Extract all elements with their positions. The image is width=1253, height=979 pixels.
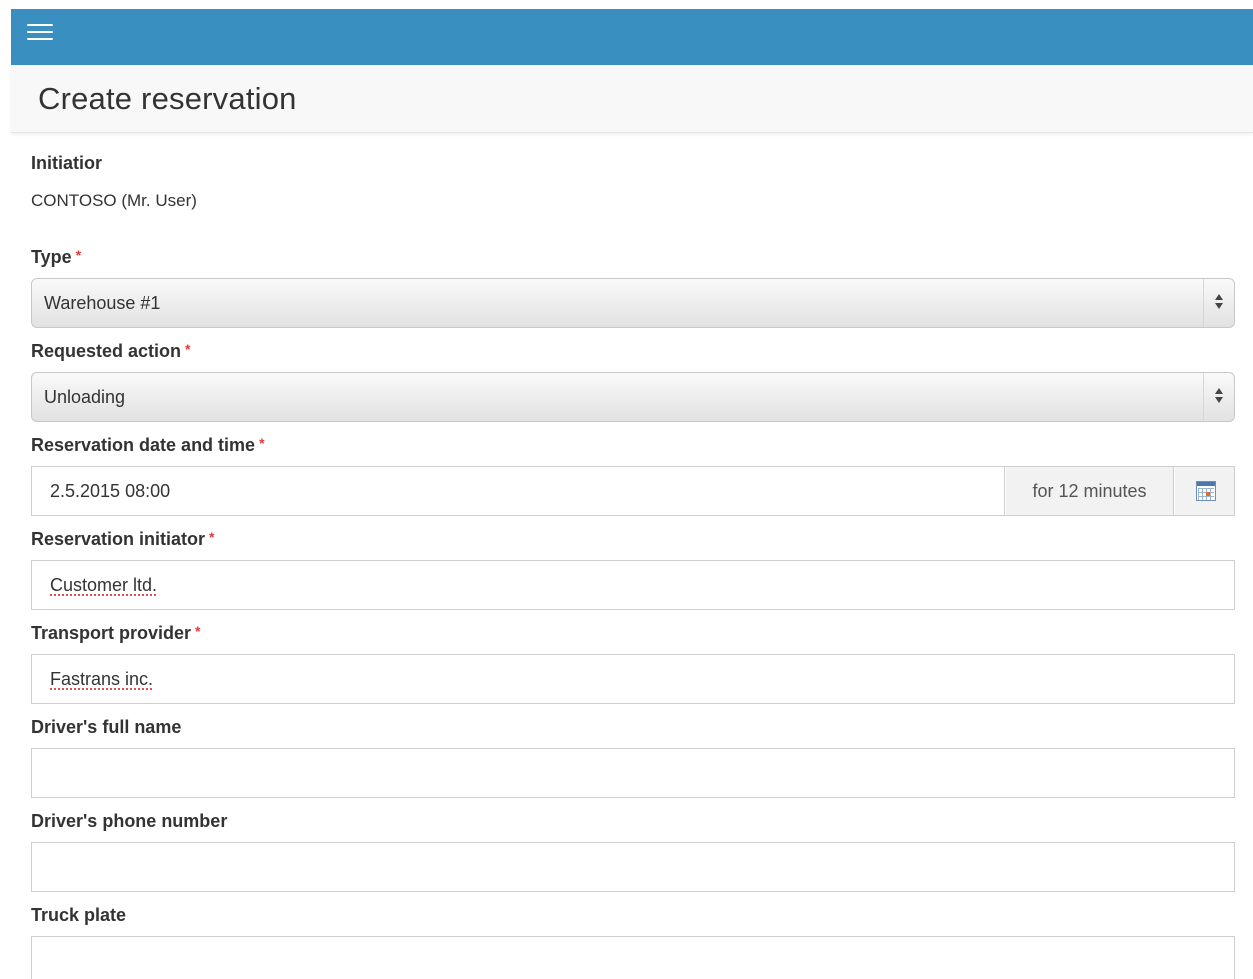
reservation-datetime-group: for 12 minutes bbox=[31, 466, 1235, 516]
reservation-datetime-label: Reservation date and time * bbox=[31, 435, 265, 456]
select-divider bbox=[1203, 279, 1204, 327]
reservation-initiator-label-text: Reservation initiator bbox=[31, 529, 206, 549]
driver-full-name-input[interactable] bbox=[31, 748, 1235, 798]
required-marker: * bbox=[195, 623, 201, 639]
reservation-initiator-label: Reservation initiator * bbox=[31, 529, 215, 550]
select-arrows-icon bbox=[1214, 294, 1224, 312]
duration-addon: for 12 minutes bbox=[1006, 467, 1174, 515]
type-label: Type * bbox=[31, 247, 81, 268]
calendar-icon bbox=[1196, 481, 1216, 501]
initiator-label-text: Initiatior bbox=[31, 153, 102, 173]
driver-full-name-label-text: Driver's full name bbox=[31, 717, 182, 737]
required-marker: * bbox=[185, 341, 191, 357]
top-bar bbox=[11, 9, 1253, 65]
page: Create reservation Initiatior CONTOSO (M… bbox=[0, 0, 1253, 979]
requested-action-select[interactable]: Unloading bbox=[31, 372, 1235, 422]
transport-provider-label: Transport provider * bbox=[31, 623, 200, 644]
reservation-initiator-input[interactable] bbox=[31, 560, 1235, 610]
select-divider bbox=[1203, 373, 1204, 421]
required-marker: * bbox=[75, 247, 82, 263]
requested-action-label-text: Requested action bbox=[31, 341, 182, 361]
requested-action-select-value: Unloading bbox=[44, 387, 126, 407]
truck-plate-input[interactable] bbox=[31, 936, 1235, 979]
type-label-text: Type bbox=[31, 247, 72, 267]
initiator-label: Initiatior bbox=[31, 153, 102, 174]
required-marker: * bbox=[259, 435, 265, 451]
truck-plate-label-text: Truck plate bbox=[31, 905, 127, 925]
hamburger-menu-icon[interactable] bbox=[27, 22, 53, 42]
driver-phone-label-text: Driver's phone number bbox=[31, 811, 228, 831]
calendar-button[interactable] bbox=[1175, 467, 1234, 515]
select-arrows-icon bbox=[1214, 388, 1224, 406]
required-marker: * bbox=[209, 529, 215, 545]
driver-full-name-label: Driver's full name bbox=[31, 717, 181, 738]
truck-plate-label: Truck plate bbox=[31, 905, 126, 926]
requested-action-label: Requested action * bbox=[31, 341, 190, 362]
driver-phone-label: Driver's phone number bbox=[31, 811, 227, 832]
reservation-datetime-input[interactable] bbox=[32, 467, 1005, 515]
reservation-datetime-label-text: Reservation date and time bbox=[31, 435, 256, 455]
title-bar: Create reservation bbox=[11, 65, 1253, 133]
transport-provider-label-text: Transport provider bbox=[31, 623, 192, 643]
page-title: Create reservation bbox=[38, 81, 297, 116]
driver-phone-input[interactable] bbox=[31, 842, 1235, 892]
type-select-value: Warehouse #1 bbox=[44, 293, 161, 313]
initiator-value: CONTOSO (Mr. User) bbox=[31, 191, 197, 210]
type-select[interactable]: Warehouse #1 bbox=[31, 278, 1235, 328]
transport-provider-input[interactable] bbox=[31, 654, 1235, 704]
